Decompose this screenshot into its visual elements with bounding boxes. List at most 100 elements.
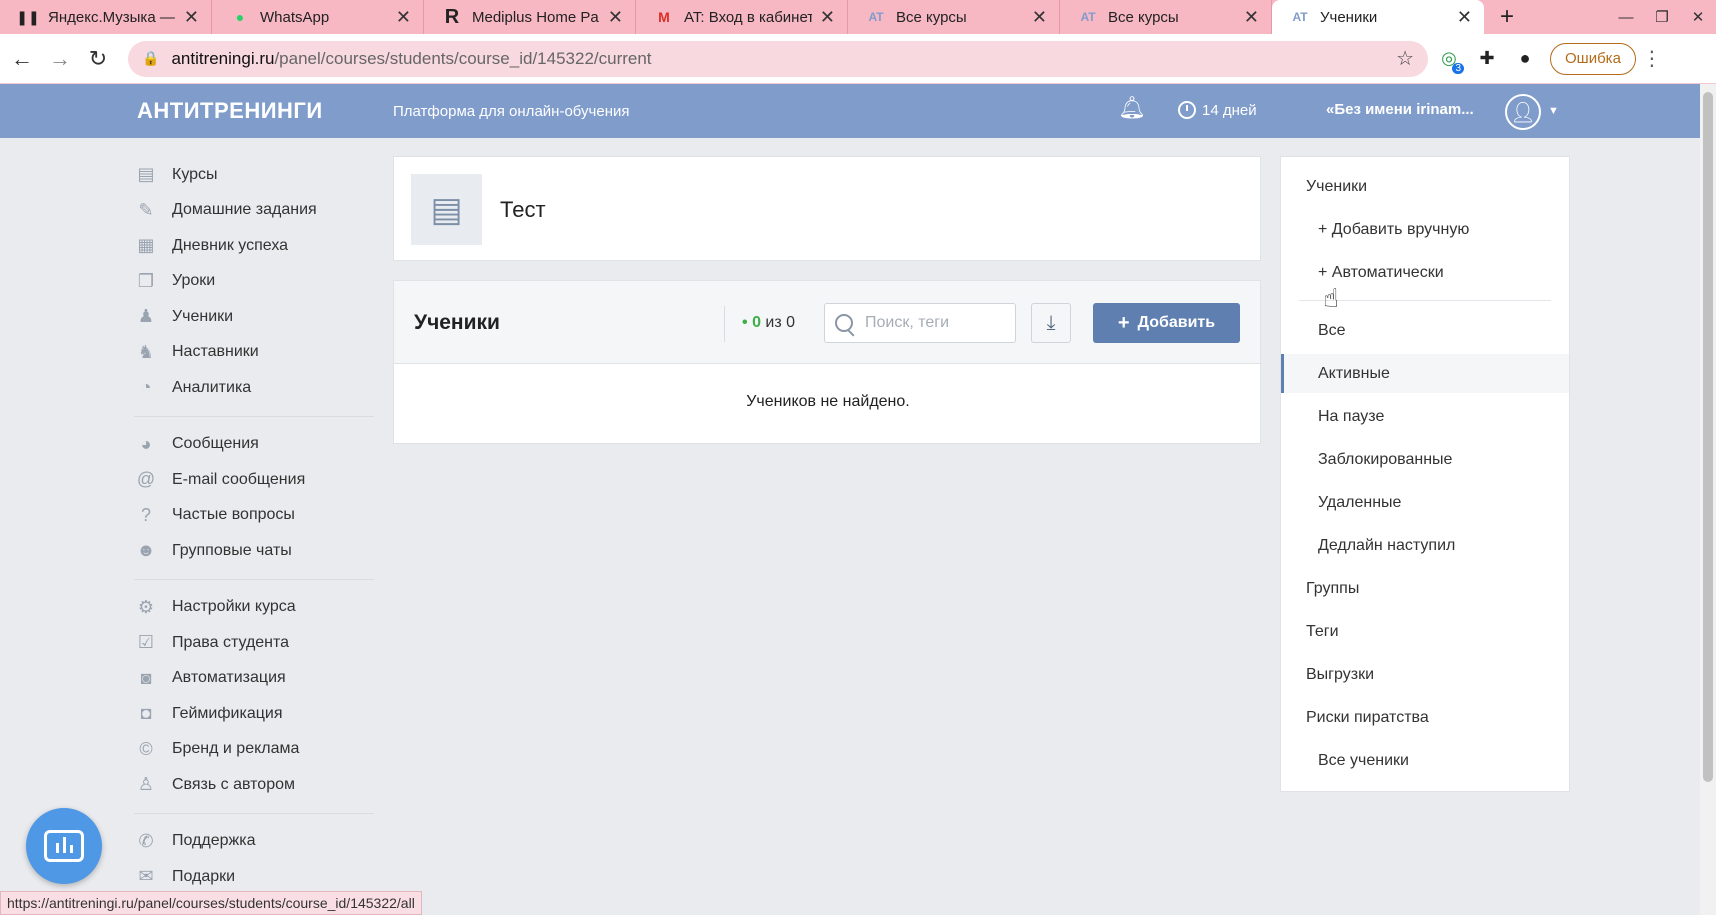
course-title: Тест <box>500 197 546 222</box>
students-panel: Ученики • 0 из 0 ⤓ +Добавить Учеников не… <box>393 280 1261 444</box>
close-tab-icon[interactable]: ✕ <box>820 7 835 28</box>
sidebar-item-automation[interactable]: ◙ Автоматизация <box>134 661 374 697</box>
add-student-button[interactable]: + Добавить <box>1093 303 1240 343</box>
new-tab-button[interactable]: + <box>1492 3 1522 31</box>
menu-filter-paused[interactable]: На паузе <box>1281 397 1569 436</box>
browser-tab-whatsapp[interactable]: ● WhatsApp ✕ <box>212 0 424 34</box>
minimize-icon[interactable]: — <box>1608 0 1644 34</box>
trial-days[interactable]: 14 дней <box>1178 101 1257 119</box>
gift-icon: ✉ <box>138 866 154 887</box>
profile-icon[interactable]: ● <box>1508 42 1542 76</box>
maximize-icon[interactable]: ❐ <box>1644 0 1680 34</box>
gmail-icon: M <box>658 9 670 25</box>
url-field[interactable]: 🔒 antitreningi.ru/panel/courses/students… <box>128 40 1428 77</box>
at-icon: AT <box>868 10 884 24</box>
menu-students-header[interactable]: Ученики <box>1281 167 1569 206</box>
browser-tab-mediplus[interactable]: R Mediplus Home Pa ✕ <box>424 0 636 34</box>
sidebar-item-messages[interactable]: ◕ Сообщения <box>134 427 374 463</box>
sidebar-item-support[interactable]: ✆ Поддержка <box>134 824 374 860</box>
sidebar-item-course-settings[interactable]: ⚙ Настройки курса <box>134 590 374 626</box>
menu-filter-deleted[interactable]: Удаленные <box>1281 483 1569 522</box>
empty-message: Учеников не найдено. <box>746 393 910 410</box>
menu-add-manual[interactable]: + Добавить вручную <box>1281 210 1569 249</box>
browser-tab-students[interactable]: AT Ученики ✕ <box>1272 0 1484 34</box>
menu-exports[interactable]: Выгрузки <box>1281 655 1569 694</box>
sidebar-item-group-chats[interactable]: ☻ Групповые чаты <box>134 533 374 569</box>
user-name[interactable]: «Без имени irinam... <box>1326 101 1474 118</box>
search-field[interactable] <box>824 303 1016 343</box>
menu-filter-deadline[interactable]: Дедлайн наступил <box>1281 526 1569 565</box>
books-icon: ▤ <box>137 164 155 185</box>
books-icon: ▤ <box>411 174 482 245</box>
close-tab-icon[interactable]: ✕ <box>1244 7 1259 28</box>
sidebar-item-student-rights[interactable]: ☑ Права студента <box>134 625 374 661</box>
sidebar-item-brand[interactable]: © Бренд и реклама <box>134 732 374 768</box>
bookmark-star-icon[interactable]: ☆ <box>1396 46 1414 71</box>
mentors-icon: ♞ <box>137 341 155 362</box>
menu-groups[interactable]: Группы <box>1281 569 1569 608</box>
back-icon[interactable]: ← <box>6 43 38 75</box>
puzzle-icon[interactable]: ✚ <box>1470 42 1504 76</box>
browser-tab-gmail[interactable]: M AT: Вход в кабинет ✕ <box>636 0 848 34</box>
search-input[interactable] <box>865 314 1005 332</box>
students-count: • 0 из 0 <box>742 314 796 331</box>
logo[interactable]: АНТИТРЕНИНГИ <box>137 98 323 124</box>
support-chat-button[interactable] <box>26 808 102 884</box>
page-scrollbar[interactable] <box>1700 84 1716 915</box>
menu-piracy[interactable]: Риски пиратства <box>1281 698 1569 737</box>
error-button[interactable]: Ошибка <box>1550 42 1636 75</box>
question-icon: ? <box>140 504 151 525</box>
sidebar-item-gamification[interactable]: ◘ Геймификация <box>134 696 374 732</box>
group-chat-icon: ☻ <box>136 540 156 561</box>
sidebar-item-success-diary[interactable]: ▦ Дневник успеха <box>134 228 374 264</box>
hand-cursor-icon: ☝ <box>1323 283 1339 313</box>
phone-icon: ✆ <box>138 830 154 851</box>
browser-tab-courses-2[interactable]: AT Все курсы ✕ <box>1060 0 1272 34</box>
bell-icon[interactable]: 🔔︎ <box>1118 95 1146 121</box>
download-button[interactable]: ⤓ <box>1031 303 1071 343</box>
gear-icon: ⚙ <box>137 596 155 617</box>
lock-icon: 🔒 <box>142 50 160 66</box>
sidebar-item-email[interactable]: @ E-mail сообщения <box>134 462 374 498</box>
forward-icon[interactable]: → <box>44 43 76 75</box>
sidebar-divider <box>134 415 374 417</box>
browser-menu-icon[interactable]: ⋮ <box>1642 46 1662 71</box>
pause-icon: ❚❚ <box>16 8 40 25</box>
chat-icon <box>44 830 84 862</box>
gamepad-icon: ◘ <box>140 703 152 724</box>
menu-filter-all[interactable]: Все <box>1281 311 1569 350</box>
address-bar: ← → ↻ 🔒 antitreningi.ru/panel/courses/st… <box>0 34 1716 84</box>
messages-icon: ◕ <box>140 433 152 454</box>
at-icon: AT <box>1080 10 1096 24</box>
tagline: Платформа для онлайн-обучения <box>393 102 630 120</box>
sidebar-item-students[interactable]: ♟ Ученики <box>134 299 374 335</box>
clock-icon <box>1178 101 1196 119</box>
menu-tags[interactable]: Теги <box>1281 612 1569 651</box>
pie-chart-icon: ◔ <box>140 377 152 398</box>
sidebar-item-faq[interactable]: ? Частые вопросы <box>134 498 374 534</box>
close-window-icon[interactable]: ✕ <box>1680 0 1716 34</box>
browser-tab-courses-1[interactable]: AT Все курсы ✕ <box>848 0 1060 34</box>
sidebar-item-contact-author[interactable]: ♙ Связь с автором <box>134 767 374 803</box>
chevron-down-icon[interactable]: ▼ <box>1548 105 1559 117</box>
sidebar-item-courses[interactable]: ▤ Курсы <box>134 157 374 193</box>
sidebar-item-lessons[interactable]: ❐ Уроки <box>134 264 374 300</box>
sidebar-item-mentors[interactable]: ♞ Наставники <box>134 335 374 371</box>
menu-filter-blocked[interactable]: Заблокированные <box>1281 440 1569 479</box>
robot-icon: ◙ <box>140 667 152 688</box>
menu-all-students[interactable]: Все ученики <box>1281 741 1569 780</box>
sidebar-item-gifts[interactable]: ✉ Подарки <box>134 859 374 895</box>
menu-filter-active[interactable]: Активные <box>1281 354 1569 393</box>
close-tab-icon[interactable]: ✕ <box>396 7 411 28</box>
extension-badge-icon[interactable]: ◎ 3 <box>1432 42 1466 76</box>
sidebar-item-analytics[interactable]: ◔ Аналитика <box>134 370 374 406</box>
close-tab-icon[interactable]: ✕ <box>184 7 199 28</box>
close-tab-icon[interactable]: ✕ <box>1457 7 1472 28</box>
sidebar-item-homework[interactable]: ✎ Домашние задания <box>134 193 374 229</box>
avatar[interactable]: 👤︎ <box>1505 94 1541 130</box>
close-tab-icon[interactable]: ✕ <box>608 7 623 28</box>
close-tab-icon[interactable]: ✕ <box>1032 7 1047 28</box>
reload-icon[interactable]: ↻ <box>82 43 114 75</box>
browser-tab-yandex-music[interactable]: ❚❚ Яндекс.Музыка — ✕ <box>0 0 212 34</box>
journal-icon: ▦ <box>137 235 155 256</box>
